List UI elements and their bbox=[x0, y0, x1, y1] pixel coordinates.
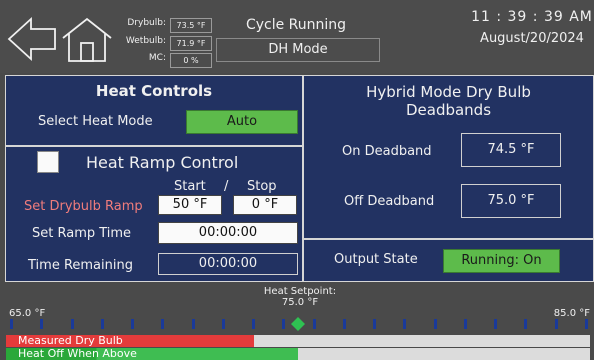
heat-controls-title: Heat Controls bbox=[95, 82, 213, 100]
heat-mode-selector[interactable]: Auto bbox=[186, 110, 298, 134]
app-screen: Drybulb: 73.5 °F Wetbulb: 71.9 °F MC: 0 … bbox=[0, 0, 594, 360]
drybulb-value: 73.5 °F bbox=[170, 18, 212, 33]
scale-tick bbox=[40, 319, 44, 329]
time-remaining-label: Time Remaining bbox=[28, 258, 133, 273]
set-drybulb-ramp-label: Set Drybulb Ramp bbox=[24, 199, 143, 214]
stop-label: Stop bbox=[247, 179, 277, 194]
scale-tick bbox=[342, 319, 346, 329]
setpoint-scale: Heat Setpoint: 75.0 °F 65.0 °F 85.0 °F M… bbox=[0, 283, 594, 360]
setpoint-marker[interactable] bbox=[291, 316, 305, 331]
scale-tick bbox=[554, 319, 558, 329]
scale-tick bbox=[191, 319, 195, 329]
start-label: Start bbox=[174, 179, 206, 194]
select-heat-mode-label: Select Heat Mode bbox=[38, 114, 153, 129]
home-button[interactable] bbox=[60, 16, 114, 64]
heat-setpoint-value: 75.0 °F bbox=[281, 297, 319, 308]
scale-tick bbox=[463, 319, 467, 329]
ramp-time-input[interactable]: 00:00:00 bbox=[158, 222, 298, 244]
scale-tick bbox=[312, 319, 316, 329]
home-icon bbox=[62, 17, 112, 62]
scale-tick bbox=[10, 319, 13, 329]
scale-min-label: 65.0 °F bbox=[9, 308, 46, 319]
start-stop-separator: / bbox=[224, 179, 229, 194]
on-deadband-input[interactable]: 74.5 °F bbox=[461, 133, 561, 167]
wetbulb-value: 71.9 °F bbox=[170, 36, 212, 51]
scale-tick bbox=[221, 319, 225, 329]
measured-dry-bulb-label: Measured Dry Bulb bbox=[18, 334, 123, 347]
scale-tick bbox=[131, 319, 135, 329]
scale-tick bbox=[373, 319, 377, 329]
wetbulb-label: Wetbulb: bbox=[125, 36, 166, 46]
heat-ramp-checkbox[interactable] bbox=[37, 151, 59, 173]
mc-value: 0 % bbox=[170, 53, 212, 68]
scale-tick bbox=[70, 319, 74, 329]
output-state-indicator: Running: On bbox=[443, 249, 560, 273]
heat-ramp-title: Heat Ramp Control bbox=[86, 153, 239, 172]
heat-off-bar: Heat Off When Above bbox=[6, 347, 590, 360]
heat-setpoint-title: Heat Setpoint: 75.0 °F bbox=[220, 286, 380, 308]
heat-controls-panel: Heat Controls Select Heat Mode Auto bbox=[5, 75, 303, 146]
hybrid-deadbands-panel: Hybrid Mode Dry Bulb Deadbands On Deadba… bbox=[303, 75, 594, 239]
scale-tick bbox=[100, 319, 104, 329]
heat-off-label: Heat Off When Above bbox=[18, 347, 137, 360]
back-arrow-icon bbox=[7, 16, 56, 62]
heat-setpoint-label: Heat Setpoint: bbox=[263, 286, 337, 297]
clock: 11 : 39 : 39 AM bbox=[471, 9, 593, 25]
wetbulb-readout: Wetbulb: 71.9 °F bbox=[114, 36, 214, 52]
scale-max-label: 85.0 °F bbox=[553, 308, 590, 319]
ramp-stop-input[interactable]: 0 °F bbox=[233, 195, 297, 215]
set-ramp-time-label: Set Ramp Time bbox=[32, 226, 132, 241]
heat-ramp-panel: Heat Ramp Control Start / Stop Set Drybu… bbox=[5, 146, 303, 282]
mc-readout: MC: 0 % bbox=[114, 53, 214, 69]
mc-label: MC: bbox=[148, 53, 166, 63]
scale-tick bbox=[585, 319, 588, 329]
mode-display: DH Mode bbox=[216, 38, 380, 62]
output-state-panel: Output State Running: On bbox=[303, 239, 594, 282]
diamond-marker-icon bbox=[291, 317, 305, 331]
on-deadband-label: On Deadband bbox=[342, 144, 432, 159]
header-bar: Drybulb: 73.5 °F Wetbulb: 71.9 °F MC: 0 … bbox=[0, 0, 594, 73]
measured-dry-bulb-bar: Measured Dry Bulb bbox=[6, 334, 590, 347]
hybrid-title-line1: Hybrid Mode Dry Bulb bbox=[366, 83, 531, 101]
drybulb-label: Drybulb: bbox=[127, 18, 166, 28]
ramp-start-input[interactable]: 50 °F bbox=[158, 195, 222, 215]
scale-tick bbox=[494, 319, 498, 329]
scale-tick bbox=[282, 319, 286, 329]
cycle-status: Cycle Running bbox=[245, 17, 347, 33]
output-state-label: Output State bbox=[334, 252, 418, 267]
off-deadband-label: Off Deadband bbox=[344, 194, 435, 209]
back-button[interactable] bbox=[6, 16, 58, 62]
scale-tick bbox=[252, 319, 256, 329]
scale-tick bbox=[403, 319, 407, 329]
time-remaining-value: 00:00:00 bbox=[158, 253, 298, 275]
scale-tick bbox=[524, 319, 528, 329]
hybrid-title-line2: Deadbands bbox=[405, 101, 492, 119]
scale-tick bbox=[433, 319, 437, 329]
off-deadband-input[interactable]: 75.0 °F bbox=[461, 184, 561, 218]
scale-tick bbox=[161, 319, 165, 329]
date: August/20/2024 bbox=[480, 31, 584, 46]
drybulb-readout: Drybulb: 73.5 °F bbox=[114, 18, 214, 34]
